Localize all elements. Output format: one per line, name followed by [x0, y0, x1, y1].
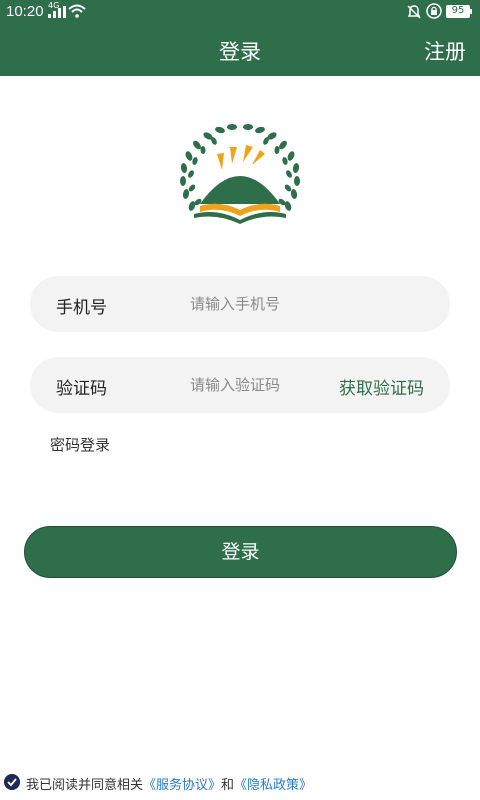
signal-icon — [48, 6, 66, 18]
battery-icon: 95 — [446, 5, 470, 18]
privacy-policy-link[interactable]: 《隐私政策》 — [234, 778, 312, 793]
code-label: 验证码 — [56, 379, 107, 399]
agreement-conjunction: 和 — [221, 778, 235, 793]
lock-icon — [426, 3, 442, 19]
login-screen: 10:20 4G 95 登录 注册 手机号 请输入手机号 验证码 请输入验证码 … — [0, 0, 480, 800]
page-title: 登录 — [219, 40, 261, 64]
phone-field: 手机号 — [30, 276, 450, 332]
password-login-link[interactable]: 密码登录 — [50, 434, 110, 455]
code-field: 验证码 获取验证码 — [30, 357, 450, 413]
phone-input[interactable] — [190, 292, 360, 316]
wheat-mountain-logo — [180, 124, 300, 224]
wifi-icon — [68, 4, 86, 18]
agreement-prefix: 我已阅读并同意相关 — [26, 778, 144, 793]
get-code-button[interactable]: 获取验证码 — [339, 374, 424, 399]
status-time: 10:20 — [6, 3, 44, 20]
agreement-text: 我已阅读并同意相关《服务协议》和《隐私政策》 — [26, 774, 312, 793]
top-bar: 10:20 4G 95 登录 注册 — [0, 0, 480, 76]
register-button[interactable]: 注册 — [424, 36, 466, 66]
status-bar: 10:20 4G 95 — [0, 0, 480, 24]
battery-cap — [470, 9, 472, 14]
login-button[interactable]: 登录 — [24, 526, 457, 578]
checkbox-checked-icon[interactable] — [4, 774, 20, 790]
code-input[interactable] — [190, 373, 360, 397]
phone-label: 手机号 — [56, 298, 107, 318]
service-agreement-link[interactable]: 《服务协议》 — [143, 778, 221, 793]
bell-off-icon — [407, 5, 421, 19]
